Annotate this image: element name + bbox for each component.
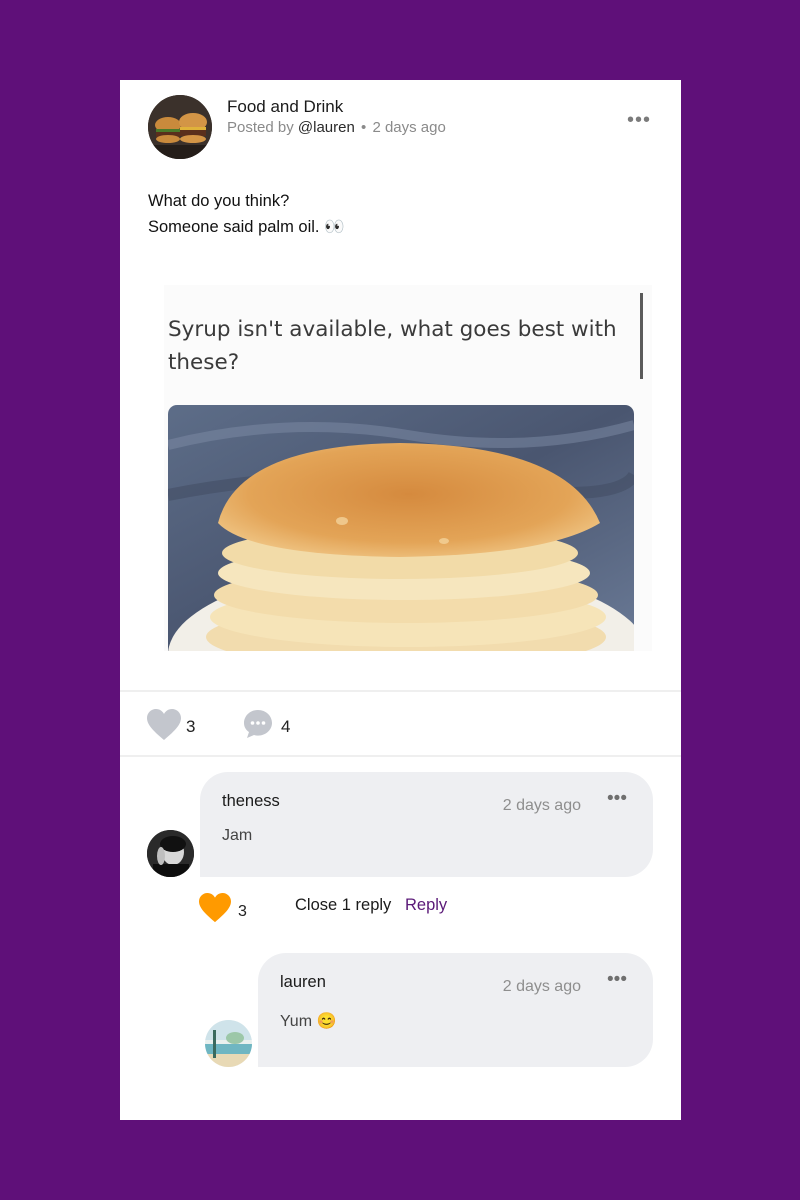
comment-text: Jam: [222, 827, 253, 844]
comment-bubble-icon[interactable]: [242, 708, 274, 740]
comment-actions: 3 Close 1 reply Reply: [198, 888, 598, 924]
group-name[interactable]: Food and Drink: [227, 97, 343, 117]
post-image[interactable]: Syrup isn't available, what goes best wi…: [164, 285, 652, 651]
divider: [120, 755, 681, 757]
post-time: 2 days ago: [372, 119, 446, 136]
divider: [120, 690, 681, 692]
burger-image: [148, 95, 212, 159]
group-avatar[interactable]: [148, 95, 212, 159]
post-reactions: 3 4: [146, 708, 446, 744]
avatar[interactable]: [205, 1020, 252, 1067]
meta-separator: •: [361, 119, 367, 136]
more-options-icon[interactable]: •••: [627, 110, 651, 130]
meme-scrollbar: [640, 293, 643, 379]
post-meta: Posted by @lauren • 2 days ago: [227, 119, 446, 136]
post-text-line: Someone said palm oil. 👀: [148, 218, 345, 236]
heart-icon[interactable]: [146, 708, 182, 742]
pancake-photo: [168, 405, 634, 651]
post-card: Food and Drink Posted by @lauren • 2 day…: [120, 80, 681, 1120]
comment-count: 4: [281, 717, 291, 736]
comment-text: Yum 😊: [280, 1013, 337, 1030]
comment-time: 2 days ago: [502, 978, 581, 995]
avatar[interactable]: [147, 830, 194, 877]
comment-like-count: 3: [238, 903, 247, 920]
heart-icon[interactable]: [198, 892, 232, 924]
reply-link[interactable]: Reply: [405, 896, 447, 915]
post-header: Food and Drink Posted by @lauren • 2 day…: [148, 95, 653, 165]
comment-author[interactable]: lauren: [280, 973, 326, 992]
posted-by-label: Posted by: [227, 119, 294, 136]
more-options-icon[interactable]: •••: [607, 789, 627, 808]
reply: lauren 2 days ago ••• Yum 😊: [258, 953, 653, 1067]
post-body: What do you think? Someone said palm oil…: [148, 188, 648, 240]
author-handle[interactable]: @lauren: [298, 119, 355, 136]
like-count: 3: [186, 717, 196, 736]
post-text-line: What do you think?: [148, 192, 290, 210]
comment-time: 2 days ago: [502, 797, 581, 814]
close-replies-link[interactable]: Close 1 reply: [295, 896, 391, 915]
comment-author[interactable]: theness: [222, 792, 280, 811]
meme-caption: Syrup isn't available, what goes best wi…: [168, 317, 617, 375]
comment: theness 2 days ago ••• Jam: [200, 772, 653, 877]
more-options-icon[interactable]: •••: [607, 970, 627, 989]
